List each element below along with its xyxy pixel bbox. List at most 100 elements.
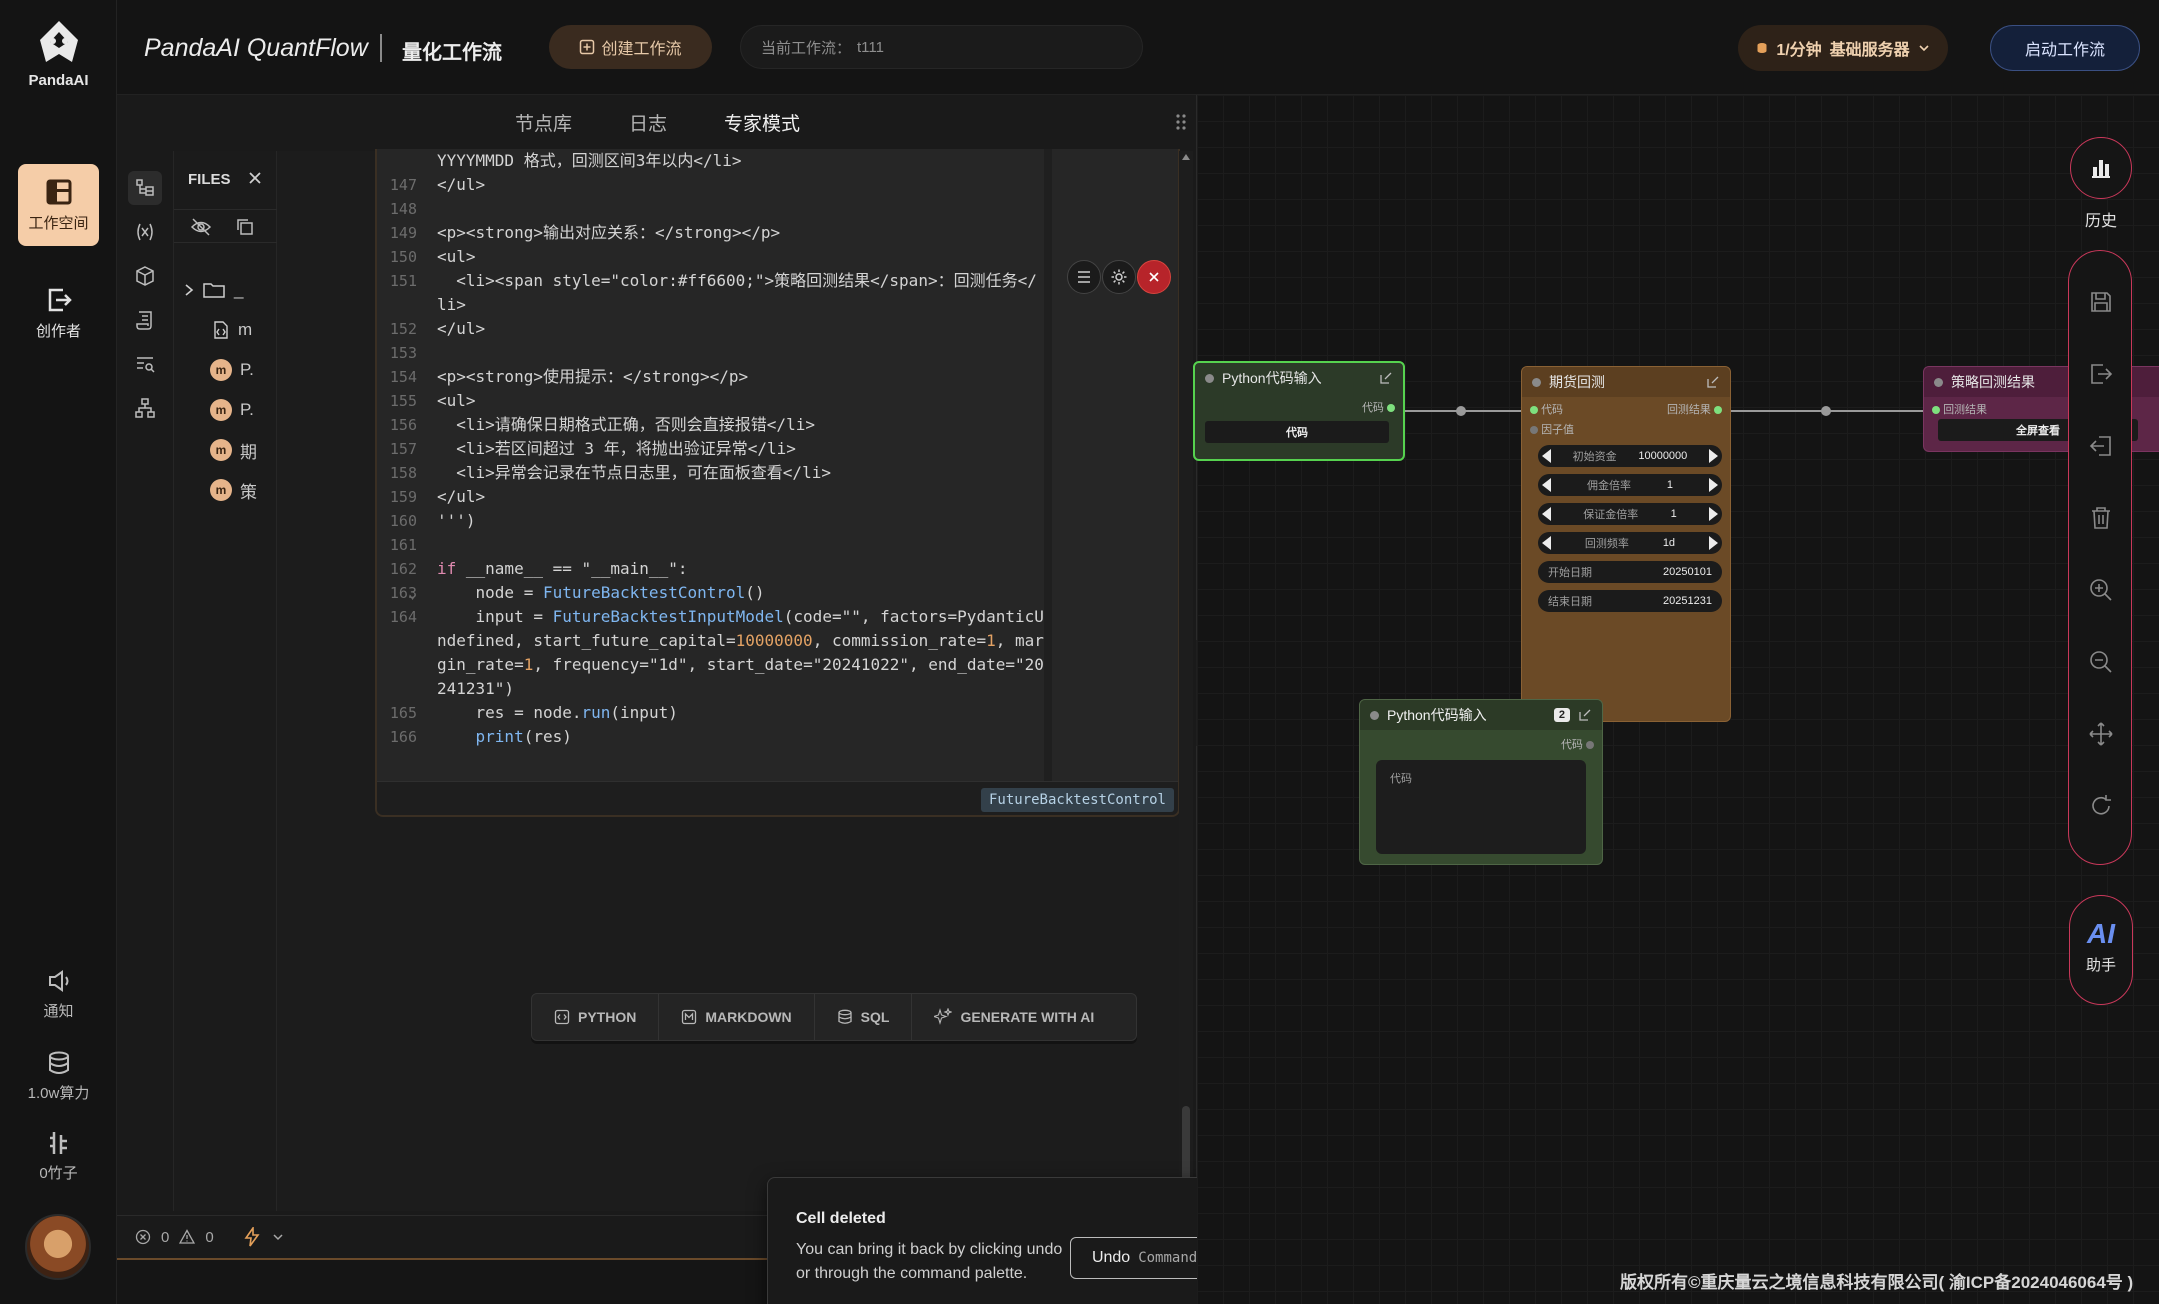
create-workflow-button[interactable]: 创建工作流 [549, 25, 712, 69]
start-workflow-button[interactable]: 启动工作流 [1990, 25, 2140, 71]
node-header[interactable]: Python代码输入 [1195, 363, 1403, 393]
scroll-up-icon[interactable] [1181, 153, 1191, 161]
tab-logs[interactable]: 日志 [629, 109, 667, 136]
export-icon[interactable] [2088, 361, 2114, 387]
copy-icon[interactable] [234, 217, 256, 237]
port-dot[interactable] [1387, 404, 1395, 413]
node-input-port[interactable]: 回测结果 [1932, 401, 1987, 417]
import-icon[interactable] [2088, 433, 2114, 459]
node-header[interactable]: Python代码输入 2 [1360, 700, 1602, 730]
port-dot[interactable] [1714, 406, 1722, 415]
add-sql-button[interactable]: SQL [815, 993, 913, 1041]
ai-assistant-button[interactable]: AI 助手 [2069, 895, 2133, 1005]
field-margin-rate[interactable]: 保证金倍率 1 [1538, 503, 1722, 525]
node-code-textarea[interactable]: 代码 [1376, 760, 1586, 854]
rail-packages[interactable] [128, 259, 162, 293]
logo[interactable]: PandaAI [0, 18, 117, 89]
left-nav: PandaAI 工作空间 创作者 通知 1.0w算力 0竹子 [0, 0, 117, 1304]
file-row-folder[interactable]: _ [184, 277, 276, 303]
workflow-canvas[interactable]: Python代码输入 代码 代码 期货回测 代码 因子值 回测结果 初始资金 1… [1193, 95, 2159, 1304]
current-workflow-field[interactable]: 当前工作流： t111 [740, 25, 1143, 69]
decrement-icon[interactable] [1542, 449, 1551, 463]
field-initial-capital[interactable]: 初始资金 10000000 [1538, 445, 1722, 467]
tab-expert-mode[interactable]: 专家模式 [724, 109, 800, 136]
file-row-module[interactable]: m P. [184, 397, 276, 423]
node-output-port[interactable]: 代码 [1362, 399, 1395, 415]
cell-menu-button[interactable] [1067, 260, 1101, 294]
nav-workspace[interactable]: 工作空间 [18, 164, 99, 246]
increment-icon[interactable] [1708, 449, 1718, 463]
generate-with-ai-button[interactable]: GENERATE WITH AI [912, 993, 1116, 1041]
node-output-port[interactable]: 回测结果 [1667, 401, 1722, 417]
rail-file-tree[interactable] [128, 171, 162, 205]
nav-compute[interactable]: 1.0w算力 [0, 1050, 117, 1103]
code-cell[interactable]: YYYYMMDD 格式，回测区间3年以内</li> 147 </ul> 148 1… [375, 149, 1180, 817]
zoom-out-icon[interactable] [2088, 649, 2114, 675]
port-dot[interactable] [1530, 406, 1538, 415]
current-workflow-label: 当前工作流： [761, 39, 852, 57]
wire-midpoint[interactable] [1821, 406, 1831, 416]
nav-creator[interactable]: 创作者 [18, 272, 99, 354]
code-scrollbar[interactable] [1044, 149, 1052, 781]
increment-icon[interactable] [1708, 536, 1718, 550]
drag-grip-icon[interactable] [1175, 113, 1187, 131]
rail-docs[interactable] [128, 303, 162, 337]
eye-off-icon[interactable] [190, 217, 212, 237]
rail-dependency-graph[interactable] [128, 391, 162, 425]
cell-delete-button[interactable] [1137, 260, 1171, 294]
node-python-input-2[interactable]: Python代码输入 2 代码 代码 [1359, 699, 1603, 865]
move-icon[interactable] [2088, 721, 2114, 747]
tab-node-library[interactable]: 节点库 [515, 109, 572, 136]
nav-bamboo[interactable]: 0竹子 [0, 1130, 117, 1183]
node-python-input-1[interactable]: Python代码输入 代码 代码 [1193, 361, 1405, 461]
edit-icon[interactable] [1379, 371, 1393, 385]
rail-search-list[interactable] [128, 347, 162, 381]
file-row-module[interactable]: m P. [184, 357, 276, 383]
decrement-icon[interactable] [1542, 478, 1551, 492]
port-dot[interactable] [1932, 406, 1940, 415]
node-input-port[interactable]: 代码 [1530, 401, 1563, 417]
close-icon[interactable] [248, 171, 262, 185]
increment-icon[interactable] [1708, 478, 1718, 492]
files-toolbar [174, 209, 277, 243]
port-dot[interactable] [1530, 426, 1538, 435]
node-header[interactable]: 期货回测 [1522, 367, 1730, 397]
increment-icon[interactable] [1708, 507, 1718, 521]
warning-count[interactable]: 0 [205, 1229, 213, 1246]
lightning-icon[interactable] [242, 1227, 262, 1247]
file-row-module[interactable]: m 期 [184, 437, 276, 463]
edit-icon[interactable] [1706, 375, 1720, 389]
node-output-port[interactable]: 代码 [1561, 736, 1594, 752]
decrement-icon[interactable] [1542, 536, 1551, 550]
file-name: _ [234, 280, 244, 299]
panel-scrollbar[interactable] [1179, 151, 1193, 1286]
trash-icon[interactable] [2088, 505, 2114, 531]
field-commission-rate[interactable]: 佣金倍率 1 [1538, 474, 1722, 496]
user-avatar[interactable] [25, 1214, 91, 1280]
history-button[interactable]: 历史 [2069, 137, 2133, 231]
edit-icon[interactable] [1578, 708, 1592, 722]
cell-settings-button[interactable] [1102, 260, 1136, 294]
node-input-port[interactable]: 因子值 [1530, 421, 1574, 437]
port-dot[interactable] [1586, 741, 1594, 750]
file-row-file[interactable]: m [184, 317, 276, 343]
nav-notice[interactable]: 通知 [0, 968, 117, 1021]
field-frequency[interactable]: 回测频率 1d [1538, 532, 1722, 554]
refresh-icon[interactable] [2088, 793, 2114, 819]
save-icon[interactable] [2088, 289, 2114, 315]
error-count[interactable]: 0 [161, 1229, 169, 1246]
node-code-button[interactable]: 代码 [1205, 421, 1389, 443]
server-select[interactable]: 1/分钟 基础服务器 [1738, 25, 1948, 71]
node-future-backtest[interactable]: 期货回测 代码 因子值 回测结果 初始资金 10000000 佣金倍率 1 保证… [1521, 366, 1731, 722]
field-start-date[interactable]: 开始日期 20250101 [1538, 561, 1722, 583]
rail-variables[interactable] [128, 215, 162, 249]
add-markdown-button[interactable]: MARKDOWN [659, 993, 815, 1041]
file-row-module[interactable]: m 策 [184, 477, 276, 503]
zoom-in-icon[interactable] [2088, 577, 2114, 603]
decrement-icon[interactable] [1542, 507, 1551, 521]
code-editor[interactable]: YYYYMMDD 格式，回测区间3年以内</li> 147 </ul> 148 1… [377, 149, 1044, 781]
chevron-down-icon[interactable] [272, 1231, 284, 1243]
wire-midpoint[interactable] [1456, 406, 1466, 416]
field-end-date[interactable]: 结束日期 20251231 [1538, 590, 1722, 612]
add-python-button[interactable]: PYTHON [532, 993, 660, 1041]
